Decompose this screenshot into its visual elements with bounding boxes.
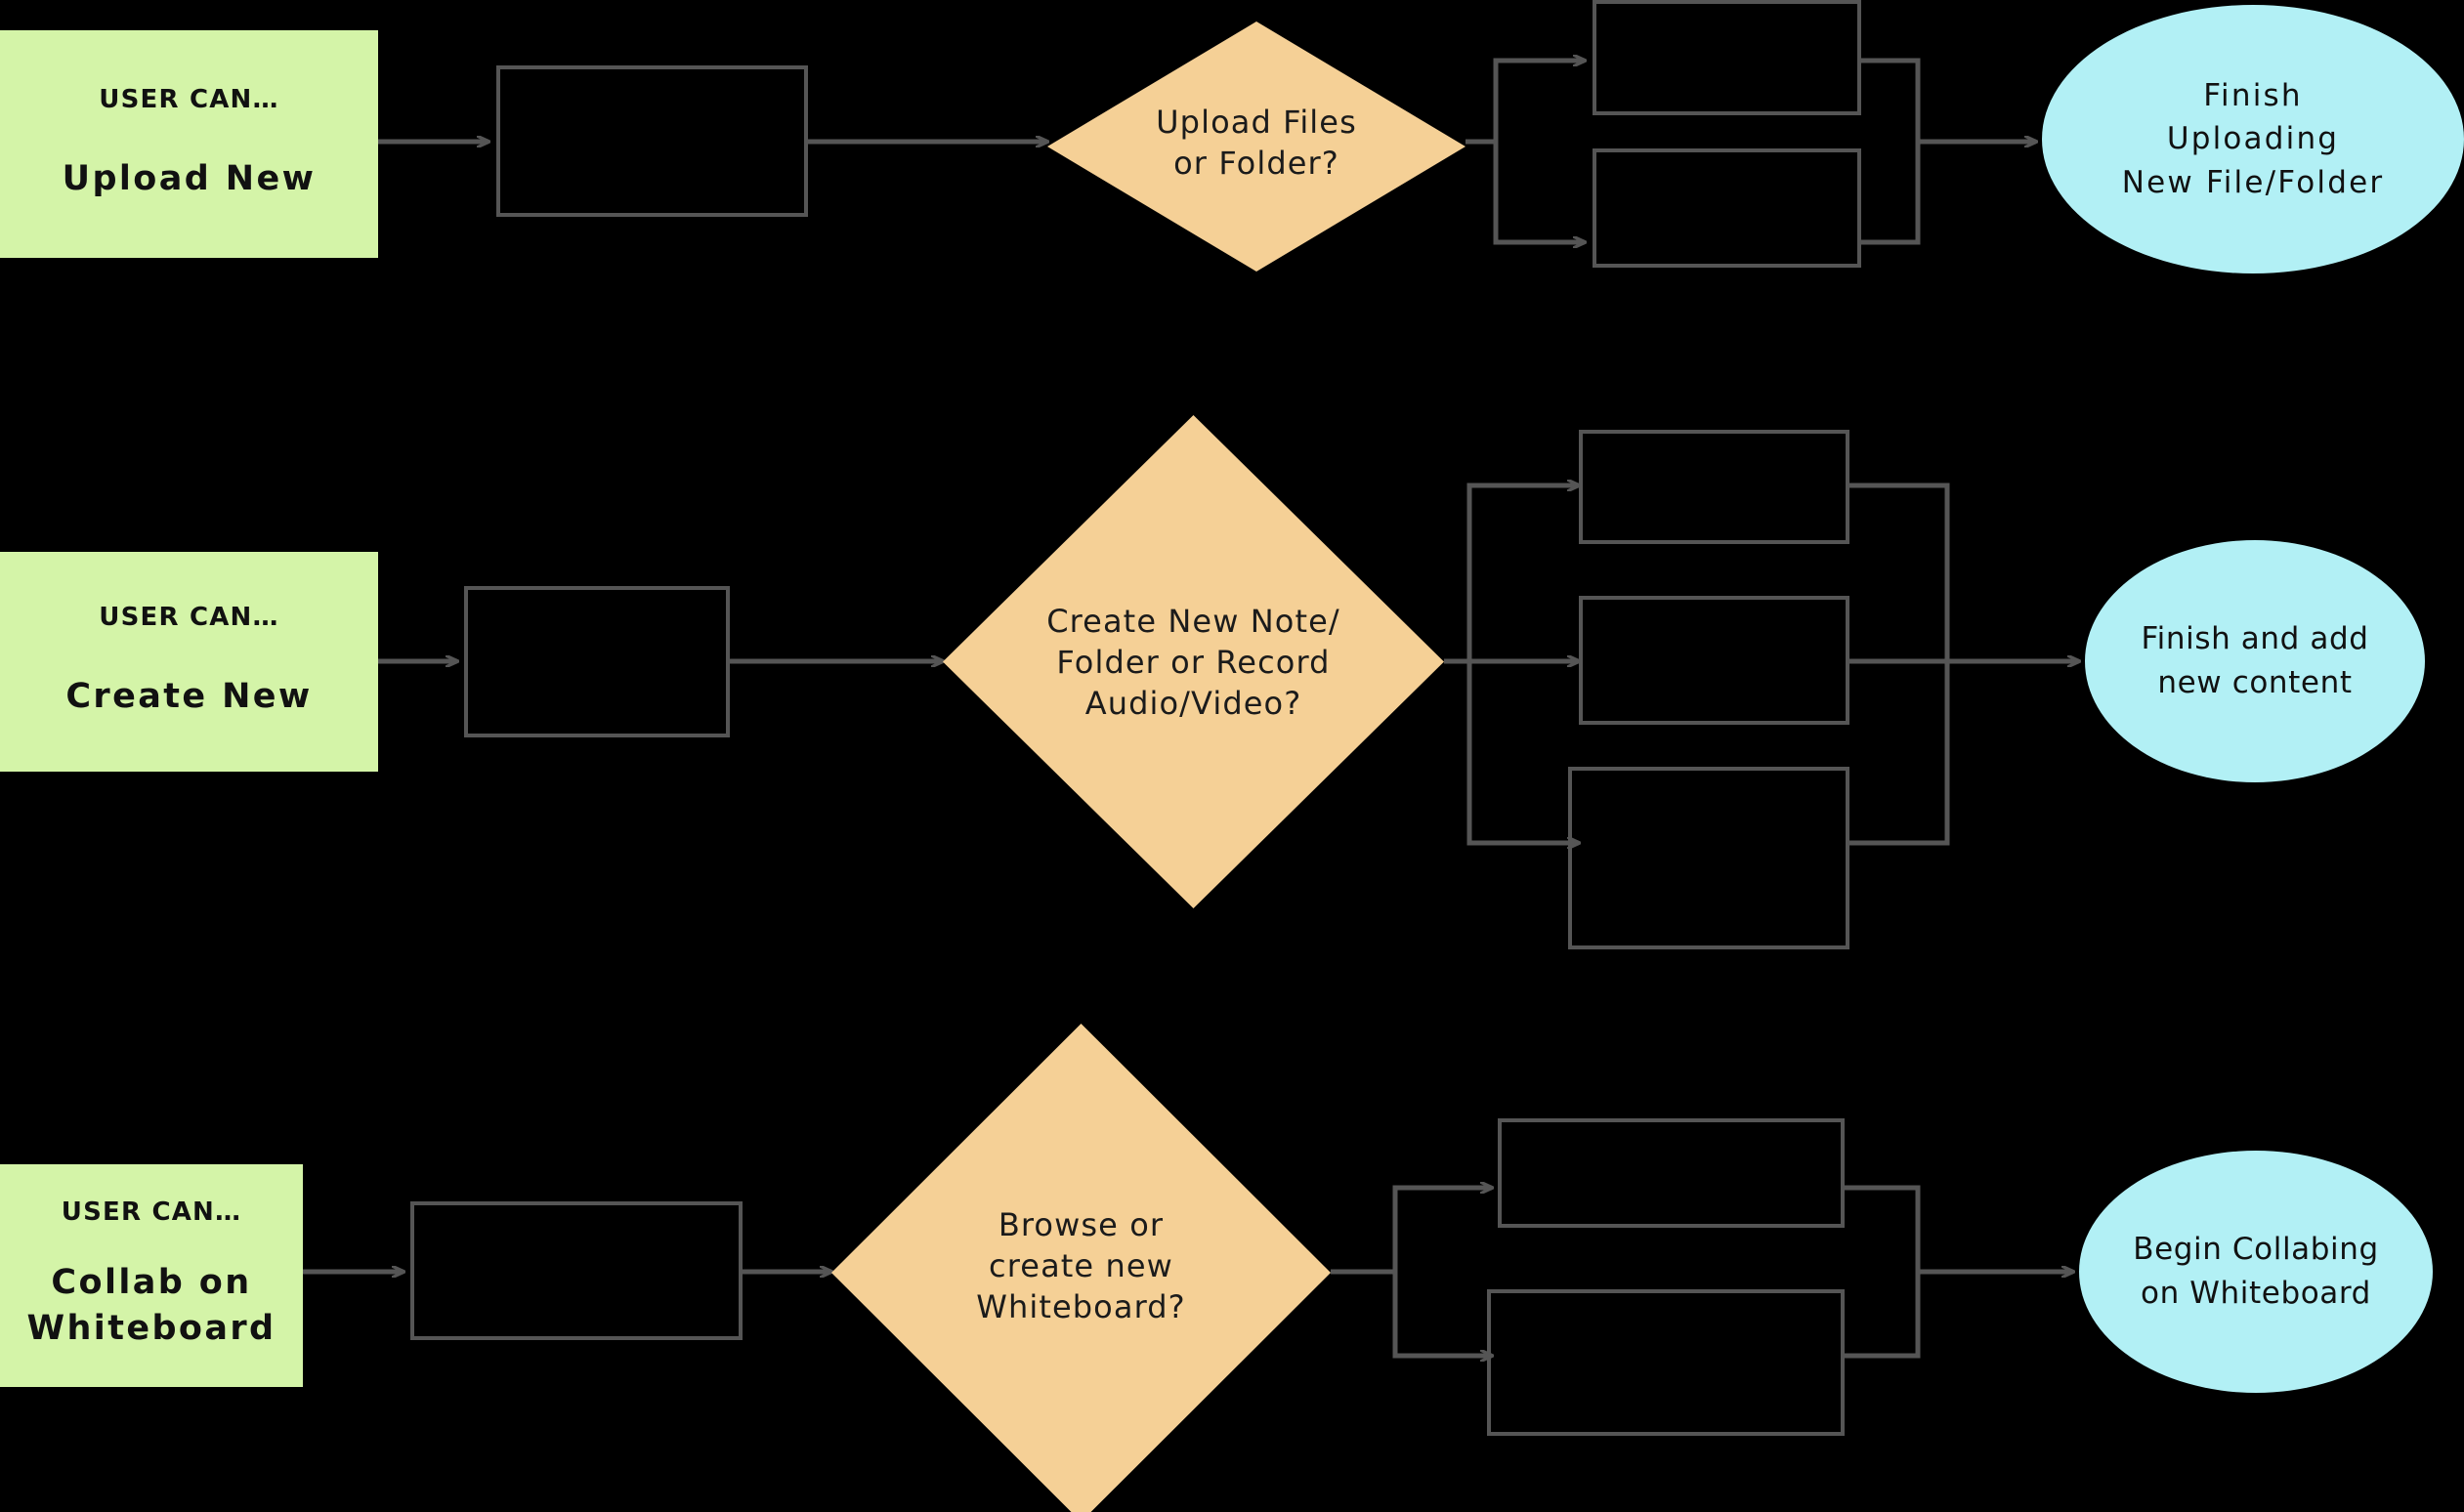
branch-box-create-3[interactable] bbox=[1568, 767, 1849, 949]
edge-decision-to-branch-2a bbox=[1444, 485, 1579, 664]
terminator-label: Begin Collabing on Whiteboard bbox=[2133, 1232, 2379, 1311]
edge-branch-3a-merge bbox=[1845, 1185, 1921, 1272]
start-node-title: Collab on Whiteboard bbox=[26, 1263, 276, 1349]
edge-branch-2c-merge bbox=[1849, 661, 1950, 846]
edge-branch-1a-merge bbox=[1861, 58, 1921, 142]
branch-box-create-1[interactable] bbox=[1579, 430, 1849, 544]
start-node-upload-new[interactable]: USER CAN… Upload New bbox=[0, 30, 378, 258]
process-box-upload-new[interactable] bbox=[496, 65, 808, 217]
edge-branch-3b-merge bbox=[1845, 1272, 1921, 1359]
edge-branch-1b-merge bbox=[1861, 142, 1921, 245]
start-node-kicker: USER CAN… bbox=[99, 84, 279, 114]
terminator-finish-and-add[interactable]: Finish and add new content bbox=[2085, 540, 2425, 782]
start-node-collab-whiteboard[interactable]: USER CAN… Collab on Whiteboard bbox=[0, 1164, 303, 1387]
branch-box-collab-1[interactable] bbox=[1498, 1118, 1845, 1228]
edge-decision-to-branch-1a bbox=[1466, 61, 1585, 145]
terminator-label: Finish Uploading New File/Folder bbox=[2121, 78, 2385, 200]
terminator-finish-uploading[interactable]: Finish Uploading New File/Folder bbox=[2042, 5, 2464, 273]
decision-label: Browse or create new Whiteboard? bbox=[976, 1206, 1186, 1326]
decision-upload-files-or-folder[interactable]: Upload Files or Folder? bbox=[1047, 21, 1466, 272]
branch-box-create-2[interactable] bbox=[1579, 596, 1849, 725]
branch-box-collab-2[interactable] bbox=[1487, 1289, 1845, 1436]
terminator-begin-collabing[interactable]: Begin Collabing on Whiteboard bbox=[2079, 1151, 2433, 1393]
process-box-collab-whiteboard[interactable] bbox=[410, 1201, 743, 1340]
terminator-label: Finish and add new content bbox=[2141, 621, 2369, 700]
branch-box-upload-2[interactable] bbox=[1593, 148, 1861, 268]
decision-label: Create New Note/ Folder or Record Audio/… bbox=[1046, 603, 1340, 723]
edge-decision-to-branch-2c bbox=[1466, 661, 1579, 843]
start-node-kicker: USER CAN… bbox=[99, 602, 279, 632]
start-node-kicker: USER CAN… bbox=[61, 1197, 242, 1228]
decision-browse-or-create-whiteboard[interactable]: Browse or create new Whiteboard? bbox=[831, 1024, 1331, 1512]
start-node-create-new[interactable]: USER CAN… Create New bbox=[0, 552, 378, 772]
edge-branch-2a-merge bbox=[1849, 483, 1950, 661]
branch-box-upload-1[interactable] bbox=[1593, 0, 1861, 115]
process-box-create-new[interactable] bbox=[464, 586, 730, 737]
edge-decision-to-branch-3a bbox=[1331, 1188, 1492, 1275]
start-node-title: Upload New bbox=[62, 159, 317, 199]
start-node-title: Create New bbox=[65, 677, 313, 717]
decision-create-note-folder-record[interactable]: Create New Note/ Folder or Record Audio/… bbox=[943, 415, 1444, 908]
edge-decision-to-branch-3b bbox=[1392, 1272, 1492, 1356]
flowchart-canvas: USER CAN… Upload New Upload Files or Fol… bbox=[0, 0, 2464, 1512]
decision-label: Upload Files or Folder? bbox=[1156, 104, 1357, 183]
edge-decision-to-branch-1b bbox=[1493, 142, 1585, 242]
